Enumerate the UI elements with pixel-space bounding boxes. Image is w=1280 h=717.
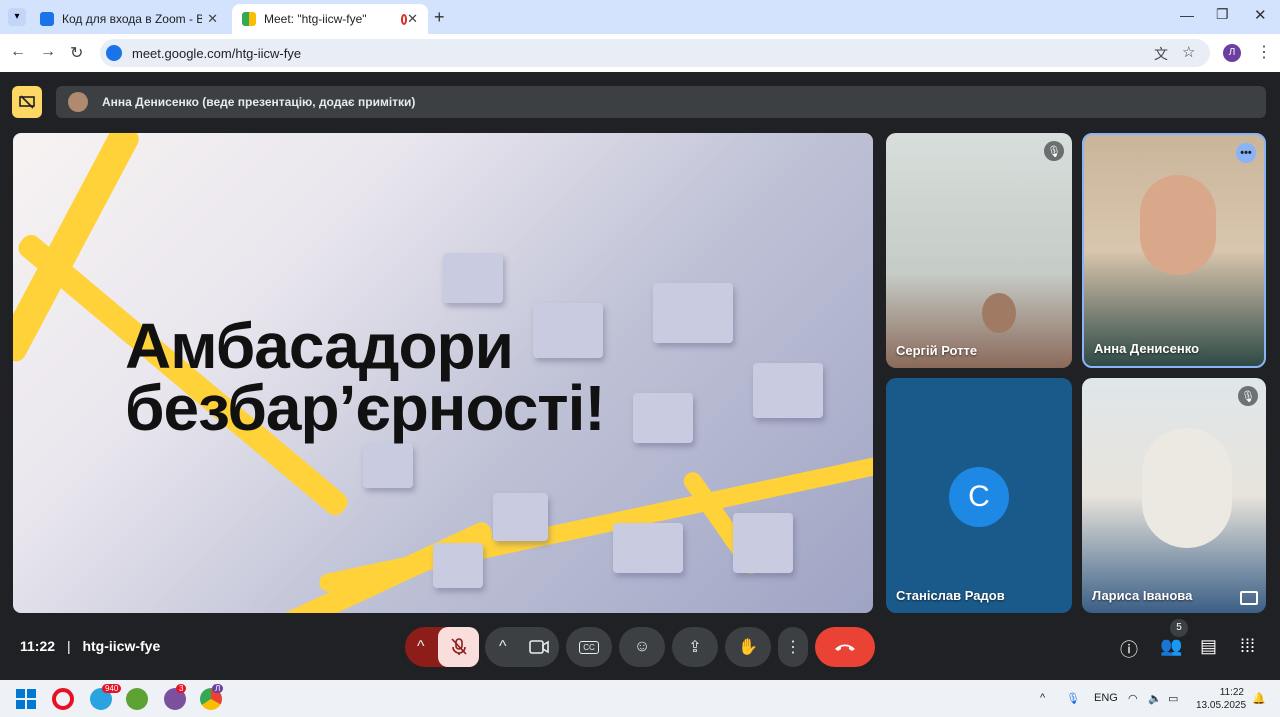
meeting-details-icon[interactable]: ⓘ [1120, 636, 1138, 662]
meeting-code: htg-iicw-fye [82, 638, 161, 654]
hand-icon: ✋ [738, 639, 758, 656]
participant-name: Анна Денисенко [1094, 341, 1200, 356]
close-window-button[interactable]: ✕ [1254, 6, 1267, 24]
tab-label: Meet: "htg-iicw-fye" [264, 12, 367, 26]
zoom-favicon-icon [40, 12, 54, 26]
wifi-icon[interactable]: ◠ [1128, 692, 1138, 705]
opera-icon[interactable] [52, 688, 74, 710]
leave-call-button[interactable] [815, 627, 875, 667]
windows-taskbar [0, 680, 1280, 717]
address-bar[interactable]: meet.google.com/htg-iicw-fye 文 ☆ [100, 39, 1210, 67]
participant-name: Лариса Іванова [1092, 588, 1193, 603]
captions-button[interactable]: CC [566, 627, 612, 667]
camera-toggle-button[interactable] [518, 627, 559, 667]
presentation-icon[interactable] [12, 86, 42, 118]
windows-start-icon[interactable] [16, 689, 36, 709]
translate-icon[interactable]: 文 [1154, 44, 1168, 64]
slide-building [633, 393, 693, 443]
slide-building [753, 363, 823, 418]
presenter-avatar [68, 92, 88, 112]
bookmark-star-icon[interactable]: ☆ [1182, 43, 1195, 61]
volume-icon[interactable]: 🔈 [1148, 692, 1162, 705]
camera-icon [528, 640, 549, 654]
mic-off-icon: 🎙 [1044, 141, 1064, 161]
more-options-button[interactable]: ⋮ [778, 627, 808, 667]
minimize-button[interactable]: — [1180, 7, 1194, 23]
participant-avatar: С [949, 467, 1009, 527]
meeting-info: 11:22 | htg-iicw-fye [20, 638, 160, 654]
slide-building [433, 543, 483, 588]
chat-icon[interactable]: ▤ [1200, 636, 1217, 657]
participant-video [1140, 175, 1216, 275]
people-icon[interactable]: 👥 [1160, 636, 1182, 657]
utorrent-icon[interactable] [126, 688, 148, 710]
url-text[interactable]: meet.google.com/htg-iicw-fye [132, 46, 301, 61]
captions-icon: CC [579, 640, 599, 654]
participant-name: Сергій Ротте [896, 343, 978, 358]
participant-tile[interactable]: С Станіслав Радов [886, 378, 1072, 613]
profile-avatar[interactable]: Л [1223, 44, 1241, 62]
forward-icon[interactable]: → [40, 43, 56, 61]
emoji-icon: ☺ [633, 638, 651, 655]
slide-building [613, 523, 683, 573]
chrome-profile-badge: Л [212, 684, 224, 693]
slide-title-line: безбар’єрності! [125, 372, 606, 444]
slide-title-line: Амбасадори [125, 310, 514, 382]
close-tab-icon[interactable]: ✕ [207, 11, 218, 27]
meeting-time: 11:22 [20, 638, 56, 654]
slide-building [493, 493, 548, 541]
slide-title: Амбасадори безбар’єрності! [125, 310, 606, 444]
notifications-icon[interactable]: 🔔 [1252, 692, 1266, 705]
clock-time: 11:22 [1219, 687, 1244, 698]
browser-tab-strip: ▾ Код для входа в Zoom - Вхідн ✕ Meet: "… [0, 0, 1280, 34]
more-options-icon[interactable]: ••• [1236, 143, 1256, 163]
tab-search-icon[interactable]: ▾ [8, 8, 26, 26]
participant-count-badge: 5 [1170, 619, 1188, 637]
raise-hand-button[interactable]: ✋ [725, 627, 771, 667]
back-icon[interactable]: ← [10, 43, 26, 61]
slide-building [733, 513, 793, 573]
presenter-banner-text: Анна Денисенко (веде презентацію, додає … [102, 95, 416, 109]
activities-icon[interactable]: ⁞⁞⁞ [1240, 636, 1255, 657]
language-indicator[interactable]: ENG [1094, 692, 1118, 704]
show-hidden-icons[interactable]: ^ [1040, 692, 1045, 704]
mic-off-icon [450, 638, 467, 655]
pin-icon[interactable] [1240, 591, 1258, 605]
participant-tile[interactable]: 🎙 Сергій Ротте [886, 133, 1072, 368]
tab-zoom[interactable]: Код для входа в Zoom - Вхідн ✕ [30, 4, 228, 34]
tab-meet[interactable]: Meet: "htg-iicw-fye" ✕ [232, 4, 428, 34]
telegram-badge: 940 [102, 684, 122, 693]
participant-video [1142, 428, 1232, 548]
restore-button[interactable]: ❐ [1216, 6, 1229, 23]
close-tab-icon[interactable]: ✕ [407, 11, 418, 27]
presenter-banner: Анна Денисенко (веде презентацію, додає … [56, 86, 1266, 118]
reactions-button[interactable]: ☺ [619, 627, 665, 667]
reload-icon[interactable]: ↻ [70, 43, 83, 63]
presentation-slide: Амбасадори безбар’єрності! [13, 133, 873, 613]
battery-icon[interactable]: ▭ [1168, 692, 1178, 705]
slide-building [443, 253, 503, 303]
participant-tile-speaking[interactable]: ••• Анна Денисенко [1082, 133, 1266, 368]
participant-tile[interactable]: 🎙 Лариса Іванова [1082, 378, 1266, 613]
site-info-icon[interactable] [106, 45, 122, 61]
more-vert-icon: ⋮ [785, 639, 801, 656]
present-screen-button[interactable]: ⇪ [672, 627, 718, 667]
end-call-icon [835, 644, 855, 651]
new-tab-button[interactable]: + [434, 7, 445, 28]
slide-building [653, 283, 733, 343]
system-clock[interactable]: 11:22 13.05.2025 [1196, 686, 1247, 712]
meeting-separator: | [66, 638, 71, 654]
browser-menu-icon[interactable]: ⋮ [1256, 42, 1272, 62]
meet-favicon-icon [242, 12, 256, 26]
participant-name: Станіслав Радов [896, 588, 1005, 603]
slide-building [363, 443, 413, 488]
microphone-tray-icon[interactable]: 🎙 [1066, 692, 1080, 705]
mic-toggle-button[interactable] [438, 627, 479, 667]
tab-label: Код для входа в Zoom - Вхідн [62, 12, 202, 26]
clock-date: 13.05.2025 [1196, 700, 1247, 711]
participant-video [982, 293, 1016, 333]
mic-off-icon: 🎙 [1238, 386, 1258, 406]
present-icon: ⇪ [688, 639, 702, 656]
